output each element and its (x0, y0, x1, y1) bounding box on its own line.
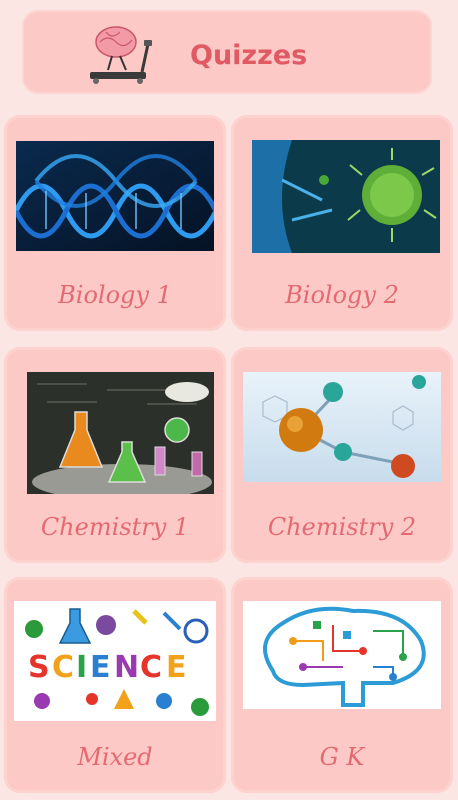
svg-text:C: C (52, 650, 74, 685)
quiz-card-chemistry-1[interactable]: Chemistry 1 (4, 347, 226, 563)
science-words-image: S C I E N C E (14, 601, 216, 721)
svg-text:S: S (28, 650, 50, 685)
header-banner: Quizzes (22, 10, 432, 94)
svg-text:N: N (114, 650, 139, 685)
svg-text:E: E (90, 650, 111, 685)
svg-text:C: C (140, 650, 162, 685)
virus-cell-image (252, 140, 440, 253)
page-title: Quizzes (190, 40, 308, 71)
svg-text:I: I (76, 650, 87, 685)
quiz-label: Mixed (77, 743, 153, 771)
quiz-card-chemistry-2[interactable]: Chemistry 2 (231, 347, 453, 563)
dna-helix-image (16, 141, 214, 251)
quiz-card-biology-1[interactable]: Biology 1 (4, 115, 226, 331)
quiz-card-biology-2[interactable]: Biology 2 (231, 115, 453, 331)
lab-flasks-image (27, 372, 214, 494)
svg-text:E: E (166, 650, 187, 685)
quiz-label: G K (319, 743, 365, 771)
quiz-label: Biology 2 (285, 281, 399, 309)
brain-treadmill-icon (84, 22, 156, 88)
quiz-card-mixed[interactable]: S C I E N C E Mixed (4, 577, 226, 793)
quiz-label: Biology 1 (58, 281, 172, 309)
brain-circuit-image (243, 601, 441, 709)
quiz-label: Chemistry 1 (40, 513, 190, 541)
quiz-card-gk[interactable]: G K (231, 577, 453, 793)
molecules-image (243, 372, 441, 482)
quiz-label: Chemistry 2 (267, 513, 417, 541)
